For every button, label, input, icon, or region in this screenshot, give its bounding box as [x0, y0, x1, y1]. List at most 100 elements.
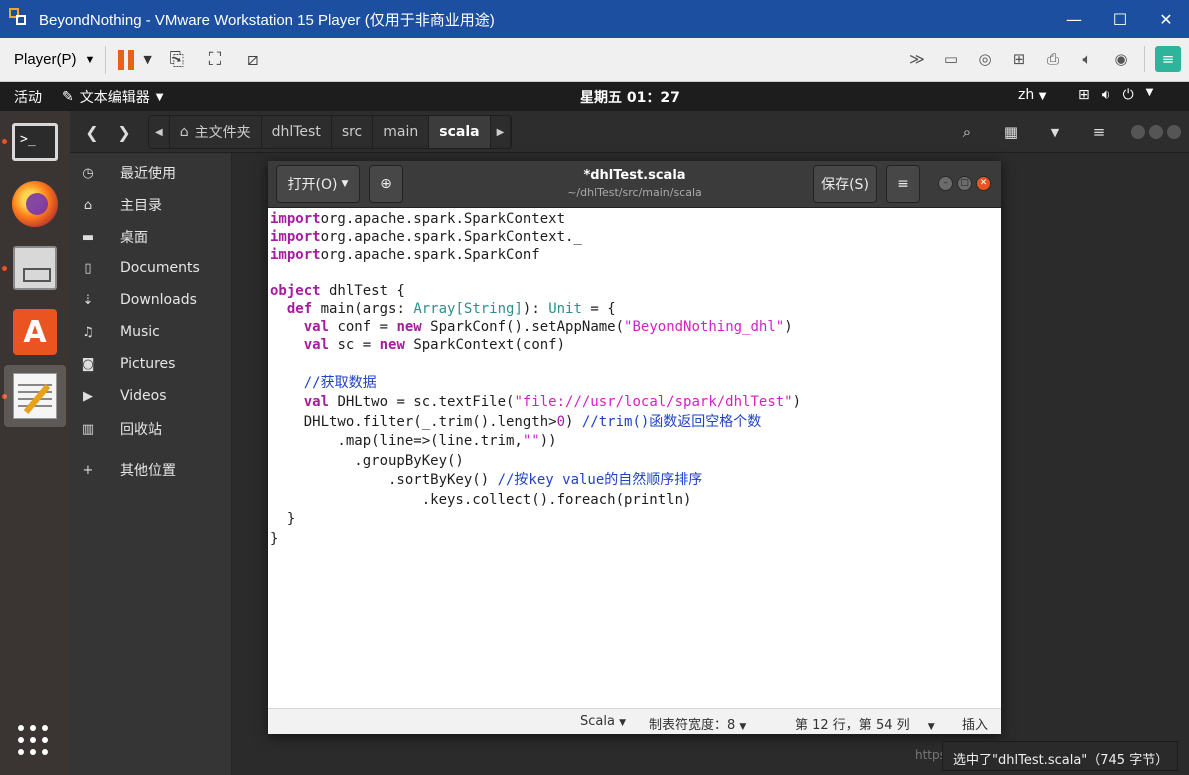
- breadcrumb-scala[interactable]: scala: [429, 116, 491, 148]
- clock[interactable]: 星期五 01：27: [580, 87, 680, 107]
- sidebar-item-recent[interactable]: ◷ 最近使用: [70, 158, 232, 188]
- sidebar-item-videos[interactable]: ▶ Videos: [70, 381, 232, 411]
- code-token: org.apache.spark.SparkConf: [320, 247, 540, 263]
- search-button[interactable]: ⌕: [947, 115, 987, 149]
- code-token: //获取数据: [303, 374, 377, 391]
- minimize-icon[interactable]: –: [938, 176, 953, 191]
- code-line[interactable]: }: [270, 530, 278, 548]
- input-method-indicator[interactable]: zh ▼: [1018, 87, 1046, 103]
- maximize-button[interactable]: ☐: [1097, 0, 1143, 38]
- hard-disk-icon[interactable]: ▭: [938, 46, 964, 72]
- code-token: val: [303, 337, 330, 353]
- printer-icon[interactable]: ⎙: [1040, 46, 1066, 72]
- code-line[interactable]: val conf = new SparkConf().setAppName("B…: [270, 318, 793, 336]
- files-launcher[interactable]: [4, 237, 66, 299]
- sidebar-item-trash[interactable]: ▥ 回收站: [70, 414, 232, 444]
- pause-dropdown-icon[interactable]: ▼: [143, 53, 151, 66]
- code-token: sc =: [329, 337, 380, 353]
- text-editor-window: 打开(O) ▼ ⊕ *dhlTest.scala ~/dhlTest/src/m…: [268, 161, 1001, 734]
- hamburger-icon: ≡: [1092, 123, 1106, 141]
- document-icon: ▯: [84, 260, 92, 276]
- code-line[interactable]: val sc = new SparkContext(conf): [270, 336, 565, 354]
- text-editor-launcher[interactable]: [4, 365, 66, 427]
- code-line[interactable]: .keys.collect().foreach(println): [270, 491, 692, 509]
- more-devices-icon[interactable]: ≫: [904, 46, 930, 72]
- player-menu[interactable]: Player(P) ▼: [14, 51, 95, 68]
- code-token: "": [522, 433, 540, 449]
- unity-icon[interactable]: ⧄: [240, 47, 266, 73]
- code-line[interactable]: .groupByKey(): [270, 452, 464, 470]
- usb-icon[interactable]: ◉: [1108, 46, 1134, 72]
- language-selector[interactable]: Scala ▼: [580, 714, 626, 729]
- close-icon[interactable]: ✕: [976, 176, 991, 191]
- maximize-icon[interactable]: □: [957, 176, 972, 191]
- sidebar-item-documents[interactable]: ▯ Documents: [70, 253, 232, 283]
- toolbar-divider: [1144, 46, 1145, 72]
- sound-card-icon[interactable]: 🔈︎: [1074, 46, 1100, 72]
- sidebar-item-downloads[interactable]: ⇣ Downloads: [70, 285, 232, 315]
- sidebar-item-label: 主目录: [120, 198, 162, 214]
- code-line[interactable]: .sortByKey() //按key value的自然顺序排序: [270, 471, 702, 489]
- code-line[interactable]: DHLtwo.filter(_.trim().length>0) //trim(…: [270, 413, 762, 431]
- back-button[interactable]: ❮: [76, 115, 108, 149]
- pause-icon[interactable]: [118, 49, 135, 70]
- maximize-icon[interactable]: [1149, 125, 1163, 139]
- tab-width-selector[interactable]: 制表符宽度：8 ▼: [649, 714, 746, 733]
- menu-button[interactable]: ≡: [1079, 115, 1119, 149]
- activities-button[interactable]: 活动: [14, 87, 42, 107]
- code-editor[interactable]: importorg.apache.spark.SparkContext impor…: [270, 208, 999, 708]
- cd-drive-icon[interactable]: ◎: [972, 46, 998, 72]
- code-line[interactable]: }: [270, 510, 295, 528]
- insert-mode[interactable]: 插入: [962, 714, 988, 733]
- system-tray[interactable]: ⊞ 🔉︎ ⏻ ▼: [1078, 87, 1153, 103]
- code-line[interactable]: val DHLtwo = sc.textFile("file:///usr/lo…: [270, 393, 801, 411]
- close-button[interactable]: ✕: [1143, 0, 1189, 38]
- breadcrumb-main[interactable]: main: [373, 116, 430, 148]
- firefox-icon: [12, 181, 58, 227]
- breadcrumb-dhltest[interactable]: dhlTest: [262, 116, 332, 148]
- terminal-launcher[interactable]: >_: [4, 111, 66, 173]
- code-line[interactable]: def main(args: Array[String]): Unit = {: [270, 300, 616, 318]
- cursor-position[interactable]: 第 12 行，第 54 列 ▼: [795, 714, 935, 733]
- menu-button[interactable]: ≡: [886, 165, 920, 203]
- software-center-icon: A: [13, 309, 57, 355]
- show-applications-icon[interactable]: [18, 725, 48, 755]
- view-toggle-button[interactable]: ▦: [991, 115, 1031, 149]
- code-line[interactable]: importorg.apache.spark.SparkConf: [270, 246, 540, 264]
- sidebar-item-desktop[interactable]: ▬ 桌面: [70, 222, 232, 252]
- app-menu[interactable]: ✎ 文本编辑器 ▼: [62, 87, 163, 107]
- breadcrumb-src[interactable]: src: [332, 116, 374, 148]
- software-launcher[interactable]: A: [4, 301, 66, 363]
- network-adapter-icon[interactable]: ⊞: [1006, 46, 1032, 72]
- sidebar-item-home[interactable]: ⌂ 主目录: [70, 190, 232, 220]
- sidebar-item-other-locations[interactable]: + 其他位置: [70, 455, 232, 485]
- code-line[interactable]: object dhlTest {: [270, 282, 405, 300]
- view-options-button[interactable]: ▼: [1035, 115, 1075, 149]
- breadcrumb-right-arrow-icon[interactable]: ▶: [491, 116, 512, 148]
- send-ctrl-alt-del-icon[interactable]: ⎘: [164, 47, 190, 73]
- code-line[interactable]: //获取数据: [270, 374, 377, 392]
- breadcrumb-home[interactable]: ⌂ 主文件夹: [170, 116, 262, 148]
- minimize-icon[interactable]: [1131, 125, 1145, 139]
- sidebar-item-label: 最近使用: [120, 166, 176, 182]
- sidebar-item-label: 回收站: [120, 422, 162, 438]
- code-line[interactable]: importorg.apache.spark.SparkContext: [270, 210, 565, 228]
- sidebar-item-pictures[interactable]: ◙ Pictures: [70, 349, 232, 379]
- save-button[interactable]: 保存(S): [813, 165, 877, 203]
- code-line[interactable]: importorg.apache.spark.SparkContext._: [270, 228, 582, 246]
- message-log-icon[interactable]: ≡: [1155, 46, 1181, 72]
- editor-header-bar: 打开(O) ▼ ⊕ *dhlTest.scala ~/dhlTest/src/m…: [268, 161, 1001, 208]
- code-line[interactable]: .map(line=>(line.trim,"")): [270, 432, 556, 450]
- code-token: SparkContext(conf): [404, 337, 566, 353]
- fullscreen-icon[interactable]: ⛶: [202, 47, 228, 73]
- forward-button[interactable]: ❯: [108, 115, 140, 149]
- firefox-launcher[interactable]: [4, 173, 66, 235]
- minimize-button[interactable]: —: [1051, 0, 1097, 38]
- camera-icon: ◙: [81, 356, 95, 372]
- code-token: }: [270, 530, 279, 547]
- close-icon[interactable]: [1167, 125, 1181, 139]
- code-token: .groupByKey(): [270, 452, 464, 469]
- sidebar-item-music[interactable]: ♫ Music: [70, 317, 232, 347]
- breadcrumb-left-arrow-icon[interactable]: ◀: [149, 116, 170, 148]
